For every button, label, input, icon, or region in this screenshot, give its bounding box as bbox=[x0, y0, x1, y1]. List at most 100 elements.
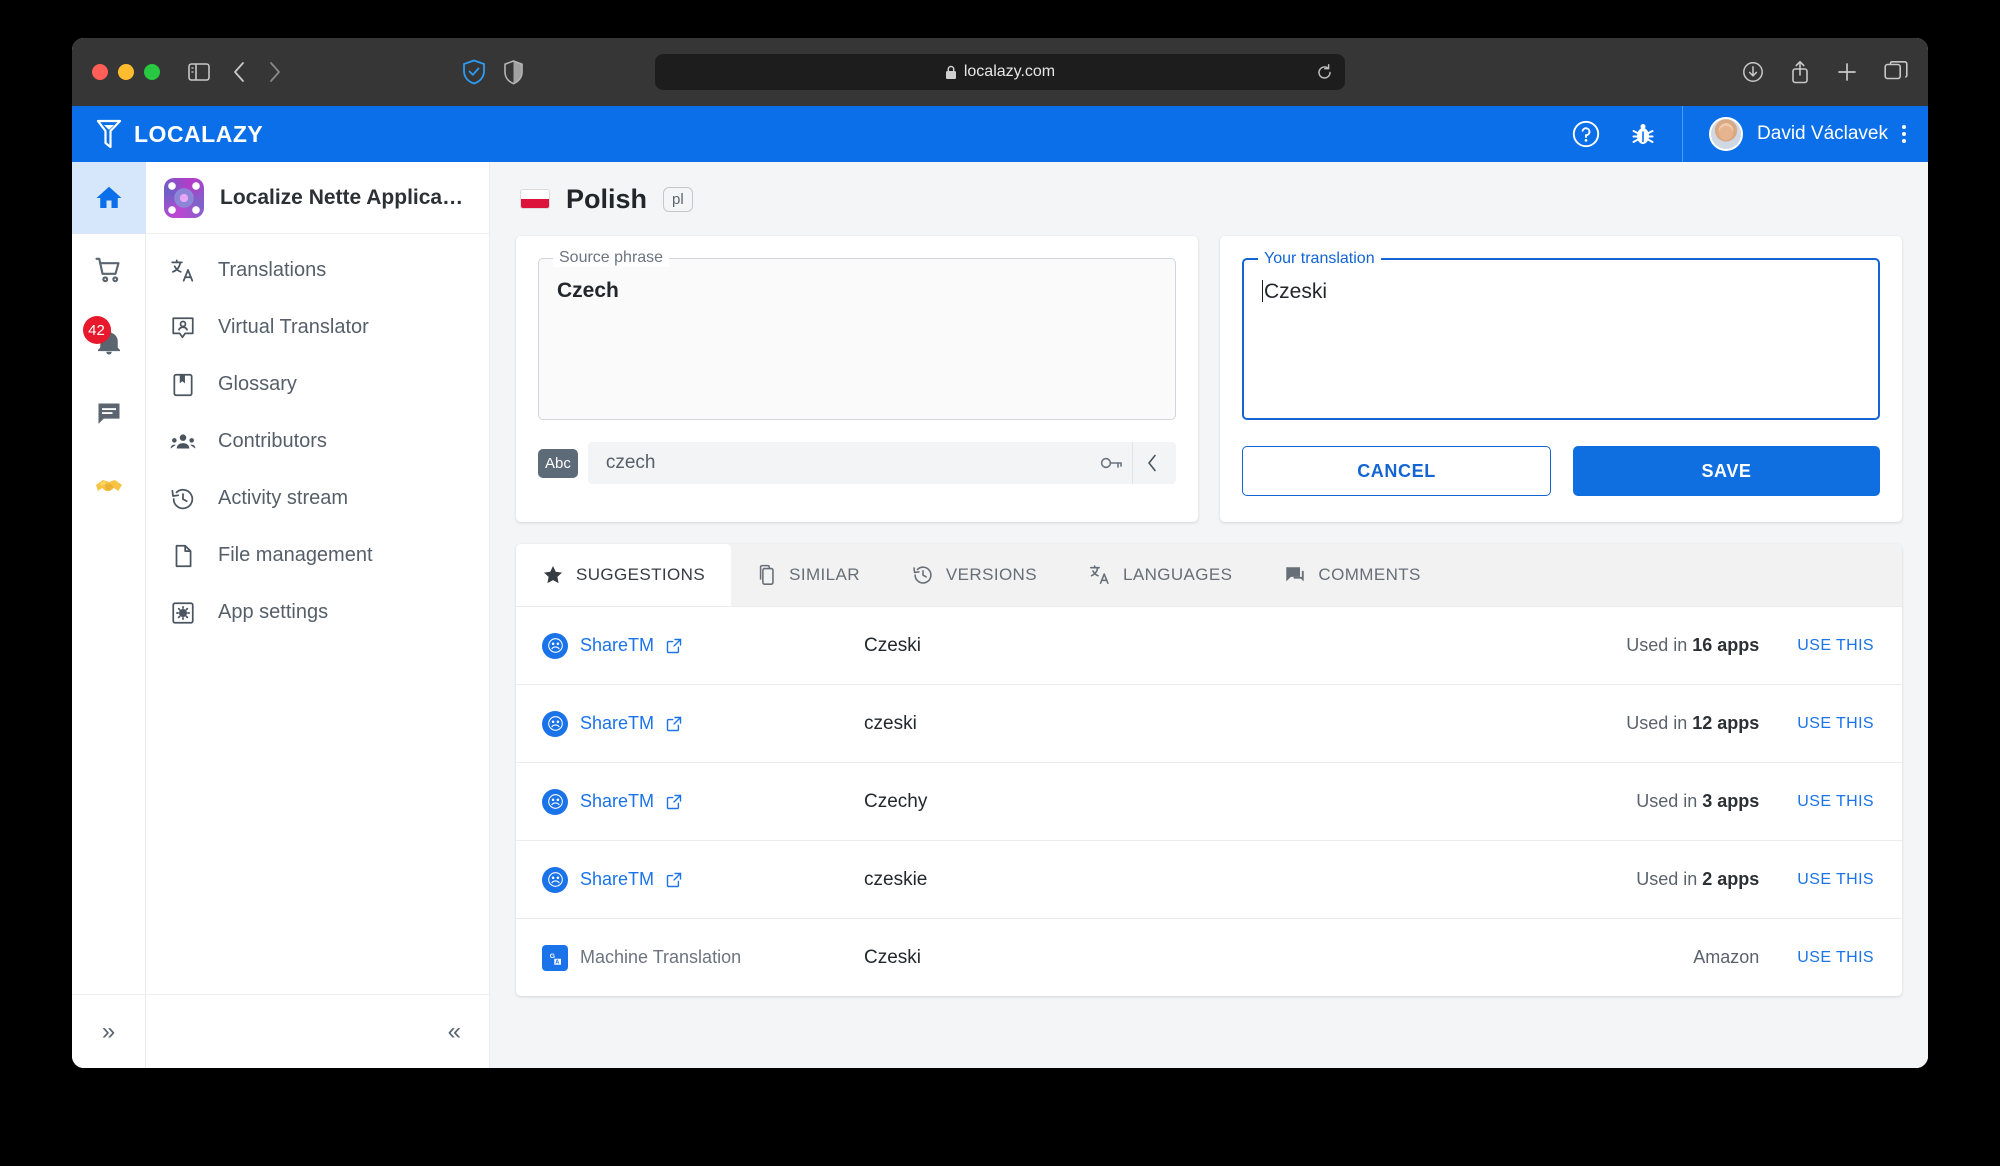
key-icon[interactable] bbox=[1090, 455, 1132, 471]
share-icon[interactable] bbox=[1790, 60, 1810, 84]
rail-expand-button[interactable]: » bbox=[72, 994, 146, 1068]
suggestion-meta: Used in 16 apps bbox=[1626, 635, 1759, 656]
suggestion-text: Czechy bbox=[842, 791, 1636, 813]
back-arrow-icon[interactable] bbox=[232, 61, 246, 83]
sidebar-item-app-settings[interactable]: App settings bbox=[146, 584, 489, 641]
sidebar-item-translations[interactable]: Translations bbox=[146, 242, 489, 299]
rail-item-home[interactable] bbox=[72, 162, 146, 234]
tab-comments[interactable]: COMMENTS bbox=[1258, 544, 1446, 606]
external-link-icon[interactable] bbox=[666, 794, 682, 810]
cancel-button[interactable]: CANCEL bbox=[1242, 446, 1551, 496]
sharetm-icon bbox=[542, 633, 568, 659]
external-link-icon[interactable] bbox=[666, 872, 682, 888]
tab-suggestions[interactable]: SUGGESTIONS bbox=[516, 544, 731, 606]
suggestion-source[interactable]: ShareTM bbox=[542, 867, 842, 893]
sharetm-icon bbox=[542, 789, 568, 815]
window-traffic-lights[interactable] bbox=[92, 64, 160, 80]
suggestion-source[interactable]: ShareTM bbox=[542, 789, 842, 815]
sidebar-item-contributors[interactable]: Contributors bbox=[146, 413, 489, 470]
svg-text:A: A bbox=[555, 959, 559, 965]
rail-item-messages[interactable] bbox=[72, 378, 146, 450]
use-this-button[interactable]: USE THIS bbox=[1797, 871, 1874, 889]
reload-icon[interactable] bbox=[1316, 64, 1333, 81]
translation-input[interactable]: Your translation Czeski bbox=[1242, 258, 1880, 420]
minimize-window-button[interactable] bbox=[118, 64, 134, 80]
use-this-button[interactable]: USE THIS bbox=[1797, 715, 1874, 733]
browser-toolbar: localazy.com bbox=[72, 38, 1928, 106]
bug-report-icon[interactable] bbox=[1630, 120, 1656, 148]
help-circle-icon[interactable] bbox=[1572, 120, 1600, 148]
suggestion-meta: Used in 3 apps bbox=[1636, 791, 1759, 812]
tab-versions[interactable]: VERSIONS bbox=[886, 544, 1063, 606]
suggestion-meta: Amazon bbox=[1693, 947, 1759, 968]
glossary-book-icon bbox=[170, 372, 196, 398]
sidebar-item-activity-stream[interactable]: Activity stream bbox=[146, 470, 489, 527]
suggestion-source-label: ShareTM bbox=[580, 635, 654, 656]
sidebar-item-file-management[interactable]: File management bbox=[146, 527, 489, 584]
sharetm-icon bbox=[542, 867, 568, 893]
suggestion-source-label: Machine Translation bbox=[580, 947, 741, 968]
use-this-button[interactable]: USE THIS bbox=[1797, 793, 1874, 811]
address-bar[interactable]: localazy.com bbox=[655, 54, 1345, 90]
privacy-report-icon[interactable] bbox=[504, 60, 523, 85]
tab-languages[interactable]: LANGUAGES bbox=[1063, 544, 1258, 606]
chevron-left-icon[interactable] bbox=[1132, 442, 1172, 484]
meta-value: 3 apps bbox=[1702, 791, 1759, 811]
tab-overview-icon[interactable] bbox=[1884, 61, 1908, 83]
source-phrase-text: Czech bbox=[557, 279, 1157, 303]
suggestion-row[interactable]: ShareTM Czeski Used in 16 apps USE THIS bbox=[516, 606, 1902, 684]
sidebar-toggle-icon[interactable] bbox=[188, 63, 210, 81]
rail-item-store[interactable] bbox=[72, 234, 146, 306]
phrase-key-row: Abc czech bbox=[538, 442, 1176, 484]
suggestion-row[interactable]: ShareTM czeski Used in 12 apps USE THIS bbox=[516, 684, 1902, 762]
sidebar-item-label: Activity stream bbox=[218, 487, 348, 510]
suggestion-text: Czeski bbox=[842, 947, 1693, 969]
download-icon[interactable] bbox=[1742, 61, 1764, 83]
user-name: David Václavek bbox=[1757, 123, 1888, 145]
rail-item-partners[interactable] bbox=[72, 450, 146, 522]
suggestion-row[interactable]: GA Machine Translation Czeski Amazon USE… bbox=[516, 918, 1902, 996]
meta-prefix: Used in bbox=[1636, 869, 1702, 889]
home-icon bbox=[94, 183, 124, 213]
kebab-menu-icon[interactable] bbox=[1902, 125, 1906, 143]
shopping-cart-icon bbox=[94, 255, 124, 285]
maximize-window-button[interactable] bbox=[144, 64, 160, 80]
phrase-key-field[interactable]: czech bbox=[588, 442, 1176, 484]
source-phrase-legend: Source phrase bbox=[553, 249, 669, 267]
suggestion-row[interactable]: ShareTM czeskie Used in 2 apps USE THIS bbox=[516, 840, 1902, 918]
rail-item-notifications[interactable]: 42 bbox=[72, 306, 146, 378]
user-menu[interactable]: David Václavek bbox=[1682, 106, 1928, 162]
shield-check-icon[interactable] bbox=[462, 59, 486, 85]
tab-label: COMMENTS bbox=[1318, 565, 1420, 585]
sidebar-item-virtual-translator[interactable]: Virtual Translator bbox=[146, 299, 489, 356]
copy-icon bbox=[757, 564, 777, 586]
close-window-button[interactable] bbox=[92, 64, 108, 80]
handshake-icon bbox=[93, 470, 125, 502]
brand-logo[interactable]: LOCALAZY bbox=[96, 119, 263, 149]
translation-value: Czeski bbox=[1264, 280, 1327, 303]
sidebar-item-label: File management bbox=[218, 544, 373, 567]
external-link-icon[interactable] bbox=[666, 638, 682, 654]
sidebar-item-glossary[interactable]: Glossary bbox=[146, 356, 489, 413]
external-link-icon[interactable] bbox=[666, 716, 682, 732]
suggestion-row[interactable]: ShareTM Czechy Used in 3 apps USE THIS bbox=[516, 762, 1902, 840]
suggestion-text: czeski bbox=[842, 713, 1626, 735]
chevrons-right-icon: » bbox=[102, 1018, 115, 1046]
tab-similar[interactable]: SIMILAR bbox=[731, 544, 886, 606]
project-selector[interactable]: Localize Nette Applica… bbox=[146, 162, 489, 234]
save-button[interactable]: SAVE bbox=[1573, 446, 1880, 496]
project-nav-list: Translations Virtual Translator Glossary bbox=[146, 234, 489, 641]
use-this-button[interactable]: USE THIS bbox=[1797, 637, 1874, 655]
virtual-translator-icon bbox=[170, 315, 196, 341]
key-type-badge: Abc bbox=[538, 449, 578, 478]
plus-icon[interactable] bbox=[1836, 61, 1858, 83]
sidebar-collapse-button[interactable]: « bbox=[146, 994, 489, 1068]
suggestion-source[interactable]: ShareTM bbox=[542, 711, 842, 737]
use-this-button[interactable]: USE THIS bbox=[1797, 949, 1874, 967]
meta-value: 12 apps bbox=[1692, 713, 1759, 733]
forward-arrow-icon[interactable] bbox=[268, 61, 282, 83]
suggestion-source[interactable]: ShareTM bbox=[542, 633, 842, 659]
suggestion-source-label: ShareTM bbox=[580, 713, 654, 734]
page-title: Polish bbox=[566, 184, 647, 215]
phrase-key-value: czech bbox=[606, 452, 1090, 474]
